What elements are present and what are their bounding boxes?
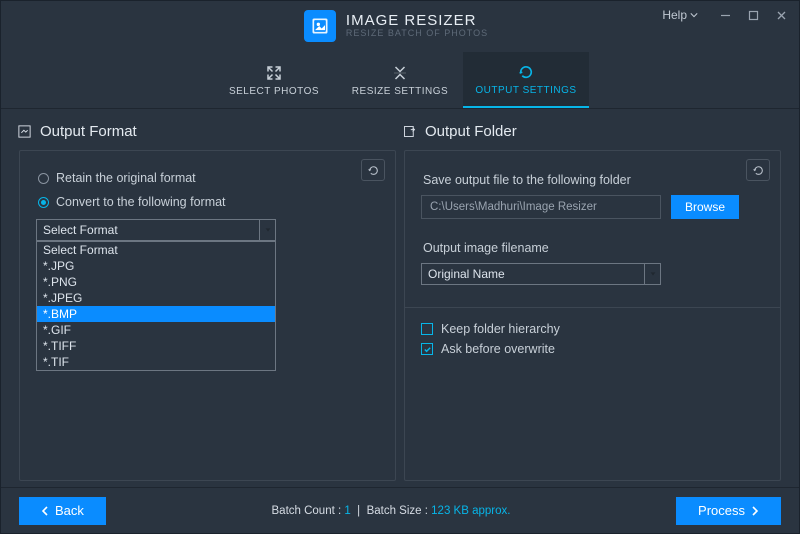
select-value: Original Name [422, 267, 644, 281]
output-folder-panel: Output Folder Save output file to the fo… [400, 119, 785, 481]
reset-folder-button[interactable] [746, 159, 770, 181]
checkbox-ask-overwrite[interactable]: Ask before overwrite [421, 342, 764, 356]
chevron-down-icon [644, 264, 660, 284]
brand: IMAGE RESIZER RESIZE BATCH OF PHOTOS [304, 10, 488, 42]
format-icon [17, 124, 32, 139]
radio-icon [38, 197, 49, 208]
dropdown-option[interactable]: *.JPEG [37, 290, 275, 306]
help-menu[interactable]: Help [656, 4, 704, 26]
undo-icon [752, 164, 765, 177]
filename-select[interactable]: Original Name [421, 263, 661, 285]
button-label: Back [55, 503, 84, 518]
reset-format-button[interactable] [361, 159, 385, 181]
radio-icon [38, 173, 49, 184]
output-format-panel: Output Format Retain the original format… [15, 119, 400, 481]
tab-label: RESIZE SETTINGS [352, 86, 448, 97]
dropdown-option[interactable]: *.BMP [37, 306, 275, 322]
radio-convert-format[interactable]: Convert to the following format [38, 195, 379, 209]
resize-icon [391, 64, 409, 82]
select-value: Select Format [37, 223, 259, 237]
status-text: Batch Count : 1 | Batch Size : 123 KB ap… [272, 505, 511, 517]
browse-button[interactable]: Browse [671, 195, 739, 219]
dropdown-option[interactable]: *.TIF [37, 354, 275, 370]
title-bar: IMAGE RESIZER RESIZE BATCH OF PHOTOS Hel… [1, 1, 799, 51]
radio-label: Convert to the following format [56, 195, 226, 209]
tab-resize-settings[interactable]: RESIZE SETTINGS [337, 52, 463, 108]
panel-title: Output Format [40, 123, 137, 140]
dropdown-option[interactable]: *.GIF [37, 322, 275, 338]
tab-label: SELECT PHOTOS [229, 86, 319, 97]
undo-icon [367, 164, 380, 177]
tab-label: OUTPUT SETTINGS [475, 85, 576, 96]
refresh-icon [517, 63, 535, 81]
window-controls: Help [656, 4, 794, 26]
tab-output-settings[interactable]: OUTPUT SETTINGS [463, 52, 589, 108]
filename-label: Output image filename [423, 241, 764, 255]
app-title: IMAGE RESIZER [346, 13, 488, 30]
batch-size-label: Batch Size : [367, 505, 428, 517]
maximize-button[interactable] [740, 4, 766, 26]
app-logo-icon [304, 10, 336, 42]
checkbox-icon [421, 343, 433, 355]
folder-export-icon [402, 124, 417, 139]
back-button[interactable]: Back [19, 497, 106, 525]
divider [405, 307, 780, 308]
content-area: Output Format Retain the original format… [1, 109, 799, 487]
save-folder-label: Save output file to the following folder [423, 173, 764, 187]
format-select[interactable]: Select Format Select Format*.JPG*.PNG*.J… [36, 219, 276, 241]
radio-label: Retain the original format [56, 171, 196, 185]
chevron-down-icon [690, 11, 698, 19]
batch-count-value: 1 [344, 505, 350, 517]
close-button[interactable] [768, 4, 794, 26]
button-label: Process [698, 503, 745, 518]
checkbox-icon [421, 323, 433, 335]
checkbox-label: Keep folder hierarchy [441, 322, 560, 336]
radio-retain-original[interactable]: Retain the original format [38, 171, 379, 185]
step-tabs: SELECT PHOTOS RESIZE SETTINGS OUTPUT SET… [1, 51, 799, 109]
panel-title: Output Folder [425, 123, 517, 140]
checkbox-label: Ask before overwrite [441, 342, 555, 356]
tab-select-photos[interactable]: SELECT PHOTOS [211, 52, 337, 108]
footer-bar: Back Batch Count : 1 | Batch Size : 123 … [1, 487, 799, 533]
help-label: Help [662, 8, 687, 22]
output-path-value: C:\Users\Madhuri\Image Resizer [430, 201, 597, 213]
chevron-down-icon [259, 220, 275, 240]
app-subtitle: RESIZE BATCH OF PHOTOS [346, 29, 488, 39]
dropdown-option[interactable]: *.TIFF [37, 338, 275, 354]
process-button[interactable]: Process [676, 497, 781, 525]
dropdown-option[interactable]: *.PNG [37, 274, 275, 290]
checkbox-keep-hierarchy[interactable]: Keep folder hierarchy [421, 322, 764, 336]
chevron-left-icon [41, 506, 49, 516]
batch-size-value: 123 KB approx. [431, 505, 510, 517]
app-window: IMAGE RESIZER RESIZE BATCH OF PHOTOS Hel… [0, 0, 800, 534]
format-dropdown: Select Format*.JPG*.PNG*.JPEG*.BMP*.GIF*… [36, 241, 276, 371]
minimize-button[interactable] [712, 4, 738, 26]
dropdown-option[interactable]: *.JPG [37, 258, 275, 274]
batch-count-label: Batch Count : [272, 505, 342, 517]
output-path-input[interactable]: C:\Users\Madhuri\Image Resizer [421, 195, 661, 219]
dropdown-option[interactable]: Select Format [37, 242, 275, 258]
chevron-right-icon [751, 506, 759, 516]
expand-arrows-icon [265, 64, 283, 82]
